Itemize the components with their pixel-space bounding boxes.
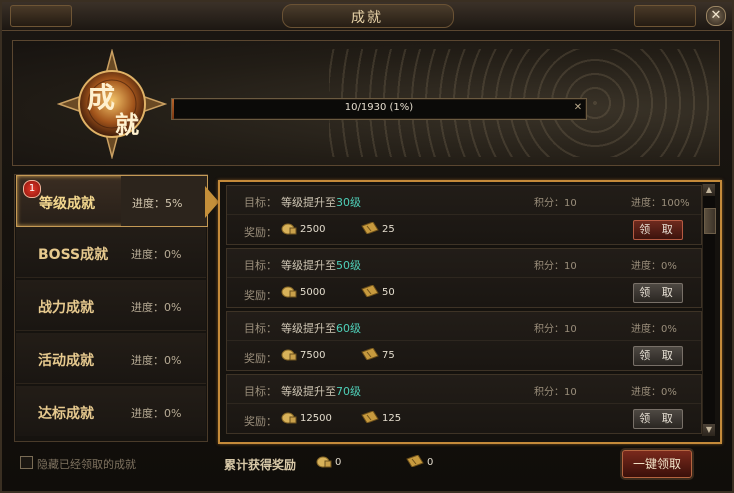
achievement-progress: 进度：100%	[631, 198, 690, 209]
ticket-icon	[406, 455, 424, 467]
claim-button[interactable]: 领 取	[633, 409, 683, 429]
category-level[interactable]: 1 等级成就 进度：5%	[16, 175, 208, 227]
goal-text: 等级提升至70级	[281, 383, 361, 399]
total-coin: 0	[335, 457, 342, 468]
notification-badge: 1	[23, 180, 41, 198]
hide-claimed-label[interactable]: 隐藏已经领取的成就	[37, 456, 136, 472]
points: 积分：10	[534, 261, 577, 272]
claim-all-button[interactable]: 一键领取	[622, 450, 692, 478]
selected-category-arrow-icon	[205, 186, 219, 218]
goal-prefix: 等级提升至	[281, 259, 336, 272]
achievement-window: 成就 ✕ 成 就 10/1930 (1%) ✕ 1 等级成就 进度：5% BOS…	[0, 0, 734, 493]
goal-prefix: 等级提升至	[281, 385, 336, 398]
category-name: 等级成就	[39, 196, 95, 212]
achievement-item: 目标： 等级提升至50级 积分：10 进度：0% 奖励： 5000 50 领 取	[226, 248, 702, 308]
claim-button[interactable]: 领 取	[633, 283, 683, 303]
category-progress: 进度：0%	[131, 248, 182, 261]
achievement-progress: 进度：0%	[631, 387, 677, 398]
goal-level: 50级	[336, 259, 361, 272]
achievement-item: 目标： 等级提升至60级 积分：10 进度：0% 奖励： 7500 75 领 取	[226, 311, 702, 371]
achievement-list: 目标： 等级提升至30级 积分：10 进度：100% 奖励： 2500 25 领…	[218, 180, 722, 444]
title-bar: 成就 ✕	[2, 2, 732, 31]
achievement-emblem-icon: 成 就	[57, 49, 167, 159]
goal-label: 目标：	[244, 385, 277, 398]
points: 积分：10	[534, 198, 577, 209]
category-event[interactable]: 活动成就 进度：0%	[16, 333, 206, 384]
claim-button[interactable]: 领 取	[633, 220, 683, 240]
achievement-item: 目标： 等级提升至30级 积分：10 进度：100% 奖励： 2500 25 领…	[226, 185, 702, 245]
goal-text: 等级提升至60级	[281, 320, 361, 336]
ticket-icon	[361, 285, 379, 297]
ticket-icon	[361, 411, 379, 423]
category-name: 战力成就	[38, 300, 94, 316]
coin-reward: 7500	[300, 350, 326, 361]
category-power[interactable]: 战力成就 进度：0%	[16, 280, 206, 331]
ticket-reward: 125	[382, 413, 402, 424]
coin-bag-icon	[281, 349, 297, 361]
emblem-char-1: 成	[87, 81, 115, 114]
ticket-reward: 50	[382, 287, 395, 298]
scroll-down-button[interactable]: ▼	[703, 424, 715, 436]
total-progress-text: 10/1930 (1%)	[344, 102, 414, 113]
total-rewards-label: 累计获得奖励	[224, 458, 297, 472]
total-progress-bar: 10/1930 (1%) ✕	[171, 98, 587, 120]
points: 积分：10	[534, 324, 577, 335]
category-progress: 进度：0%	[131, 354, 182, 367]
category-progress: 进度：5%	[132, 197, 183, 210]
coin-bag-icon	[281, 223, 297, 235]
total-ticket: 0	[427, 457, 434, 468]
ticket-icon	[361, 348, 379, 360]
coin-bag-icon	[281, 412, 297, 424]
goal-label: 目标：	[244, 196, 277, 209]
coin-bag-icon	[281, 286, 297, 298]
reward-label: 奖励：	[244, 289, 277, 302]
category-progress: 进度：0%	[131, 407, 182, 420]
category-boss[interactable]: BOSS成就 进度：0%	[16, 227, 206, 278]
goal-level: 70级	[336, 385, 361, 398]
goal-prefix: 等级提升至	[281, 322, 336, 335]
category-name: 活动成就	[38, 353, 94, 369]
coin-reward: 5000	[300, 287, 326, 298]
goal-text: 等级提升至50级	[281, 257, 361, 273]
ticket-reward: 25	[382, 224, 395, 235]
close-button[interactable]: ✕	[706, 6, 726, 26]
coin-bag-icon	[316, 456, 332, 468]
category-name: BOSS成就	[38, 247, 109, 263]
claim-button[interactable]: 领 取	[633, 346, 683, 366]
goal-prefix: 等级提升至	[281, 196, 336, 209]
achievement-progress: 进度：0%	[631, 261, 677, 272]
coin-reward: 12500	[300, 413, 332, 424]
goal-level: 60级	[336, 322, 361, 335]
category-progress: 进度：0%	[131, 301, 182, 314]
achievement-item: 目标： 等级提升至70级 积分：10 进度：0% 奖励： 12500 125 领…	[226, 374, 702, 434]
category-list: 1 等级成就 进度：5% BOSS成就 进度：0% 战力成就 进度：0% 活动成…	[14, 174, 208, 442]
achievement-progress: 进度：0%	[631, 324, 677, 335]
list-scrollbar[interactable]: ▲ ▼	[702, 184, 716, 436]
coin-reward: 2500	[300, 224, 326, 235]
category-name: 达标成就	[38, 406, 94, 422]
progress-end-icon: ✕	[573, 102, 583, 113]
category-target[interactable]: 达标成就 进度：0%	[16, 386, 206, 436]
reward-label: 奖励：	[244, 415, 277, 428]
achievement-banner: 成 就 10/1930 (1%) ✕	[12, 40, 720, 166]
emblem-char-2: 就	[115, 110, 139, 139]
reward-label: 奖励：	[244, 226, 277, 239]
scroll-up-button[interactable]: ▲	[703, 184, 715, 196]
reward-label: 奖励：	[244, 352, 277, 365]
goal-label: 目标：	[244, 259, 277, 272]
points: 积分：10	[534, 387, 577, 398]
scroll-thumb[interactable]	[704, 208, 716, 234]
hide-claimed-checkbox[interactable]	[20, 456, 33, 469]
window-title: 成就	[351, 10, 383, 26]
goal-label: 目标：	[244, 322, 277, 335]
ticket-reward: 75	[382, 350, 395, 361]
goal-text: 等级提升至30级	[281, 194, 361, 210]
ticket-icon	[361, 222, 379, 234]
goal-level: 30级	[336, 196, 361, 209]
